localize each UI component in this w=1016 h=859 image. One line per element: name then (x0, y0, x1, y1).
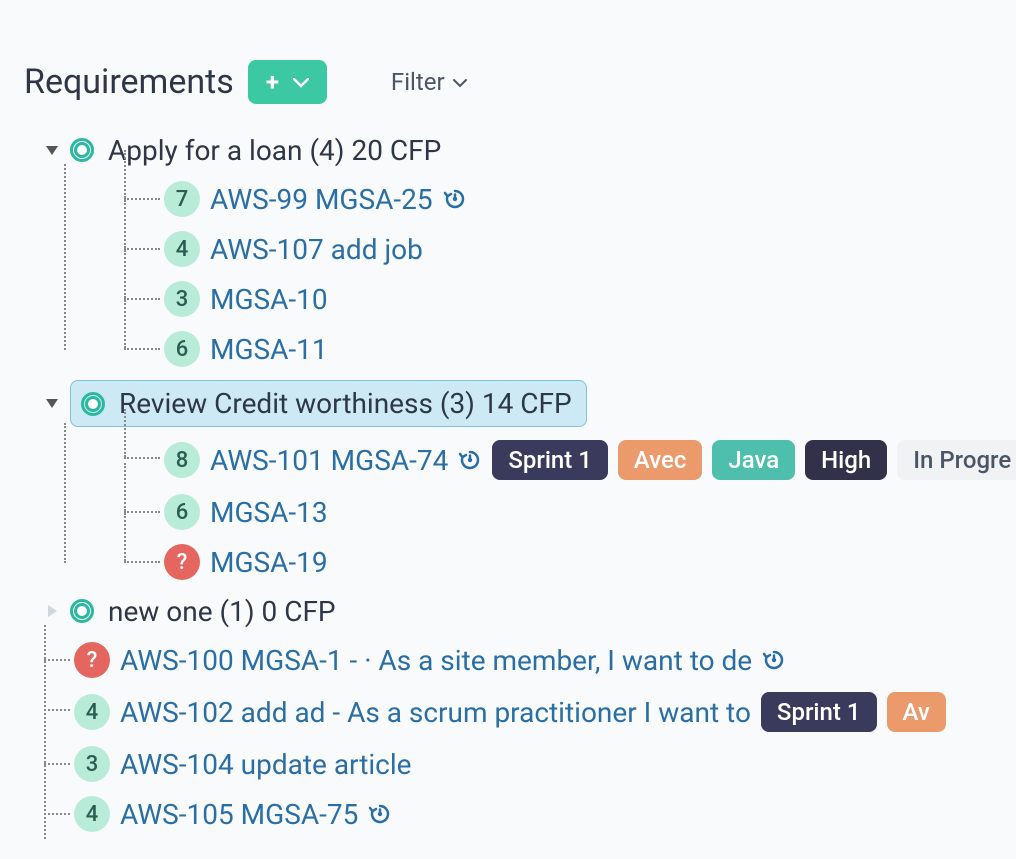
add-button[interactable]: + (248, 60, 327, 104)
count-badge: 4 (164, 231, 200, 267)
count-badge: 3 (164, 281, 200, 317)
group-children: 7 AWS-99 MGSA-25 4 AWS-107 add job 3 MGS… (64, 174, 992, 374)
tree-group: new one (1) 0 CFP (44, 587, 992, 635)
requirement-label[interactable]: AWS-101 MGSA-74 (210, 444, 448, 477)
requirement-label[interactable]: AWS-102 add ad - As a scrum practitioner… (120, 696, 751, 729)
requirement-item[interactable]: 3 AWS-104 update article (74, 739, 992, 789)
requirement-label[interactable]: MGSA-10 (210, 283, 328, 316)
group-title: Review Credit worthiness (3) 14 CFP (119, 387, 572, 420)
tree-group: Apply for a loan (4) 20 CFP 7 AWS-99 MGS… (44, 126, 992, 374)
requirement-label[interactable]: AWS-99 MGSA-25 (210, 183, 433, 216)
requirement-item[interactable]: ? MGSA-19 (164, 537, 992, 587)
expander-icon[interactable] (46, 399, 58, 408)
count-badge: ? (74, 642, 110, 678)
history-icon (368, 802, 392, 826)
requirement-item[interactable]: ? AWS-100 MGSA-1 - · As a site member, I… (74, 635, 992, 685)
count-badge: 4 (74, 694, 110, 730)
page-title: Requirements (24, 62, 234, 102)
requirement-label[interactable]: AWS-107 add job (210, 233, 423, 266)
count-badge: ? (164, 544, 200, 580)
group-title: Apply for a loan (4) 20 CFP (108, 134, 441, 167)
count-badge: 4 (74, 796, 110, 832)
requirement-item[interactable]: 6 MGSA-11 (164, 324, 992, 374)
requirement-label[interactable]: AWS-100 MGSA-1 - · As a site member, I w… (120, 644, 752, 677)
tag-sprint[interactable]: Sprint 1 (492, 440, 608, 480)
chevron-down-icon (293, 73, 309, 92)
requirements-tree: Apply for a loan (4) 20 CFP 7 AWS-99 MGS… (44, 126, 992, 839)
tag-sprint[interactable]: Sprint 1 (761, 692, 877, 732)
history-icon (762, 648, 786, 672)
root-items: ? AWS-100 MGSA-1 - · As a site member, I… (44, 635, 992, 839)
requirement-label[interactable]: MGSA-13 (210, 496, 328, 529)
target-icon (70, 599, 94, 623)
group-children: 8 AWS-101 MGSA-74 Sprint 1AvecJavaHighIn… (64, 433, 992, 587)
group-header[interactable]: Apply for a loan (4) 20 CFP (44, 126, 992, 174)
count-badge: 6 (164, 494, 200, 530)
group-header[interactable]: Review Credit worthiness (3) 14 CFP (44, 374, 992, 433)
target-icon (70, 138, 94, 162)
section-header: Requirements + Filter (24, 60, 992, 104)
filter-dropdown[interactable]: Filter (391, 68, 467, 96)
requirement-item[interactable]: 8 AWS-101 MGSA-74 Sprint 1AvecJavaHighIn… (164, 433, 992, 487)
chevron-down-icon (453, 73, 467, 92)
requirement-item[interactable]: 4 AWS-107 add job (164, 224, 992, 274)
filter-label: Filter (391, 68, 445, 96)
tag-high[interactable]: High (805, 440, 887, 480)
requirement-label[interactable]: MGSA-19 (210, 546, 328, 579)
tag-status[interactable]: In Progre (897, 440, 1016, 480)
history-icon (458, 448, 482, 472)
count-badge: 3 (74, 746, 110, 782)
history-icon (443, 187, 467, 211)
group-title: new one (1) 0 CFP (108, 595, 336, 628)
requirement-item[interactable]: 3 MGSA-10 (164, 274, 992, 324)
count-badge: 6 (164, 331, 200, 367)
count-badge: 7 (164, 181, 200, 217)
tag-avec[interactable]: Avec (618, 440, 702, 480)
tree-group: Review Credit worthiness (3) 14 CFP 8 AW… (44, 374, 992, 587)
expander-icon[interactable] (46, 146, 58, 155)
tag-java[interactable]: Java (712, 440, 795, 480)
expander-icon[interactable] (48, 605, 57, 617)
plus-icon: + (266, 70, 279, 94)
requirement-item[interactable]: 6 MGSA-13 (164, 487, 992, 537)
requirement-item[interactable]: 4 AWS-105 MGSA-75 (74, 789, 992, 839)
target-icon (81, 392, 105, 416)
requirement-label[interactable]: MGSA-11 (210, 333, 328, 366)
count-badge: 8 (164, 442, 200, 478)
tag-avec[interactable]: Av (887, 692, 946, 732)
requirement-label[interactable]: AWS-105 MGSA-75 (120, 798, 358, 831)
requirement-label[interactable]: AWS-104 update article (120, 748, 412, 781)
requirement-item[interactable]: 7 AWS-99 MGSA-25 (164, 174, 992, 224)
group-header[interactable]: new one (1) 0 CFP (44, 587, 992, 635)
requirement-item[interactable]: 4 AWS-102 add ad - As a scrum practition… (74, 685, 992, 739)
